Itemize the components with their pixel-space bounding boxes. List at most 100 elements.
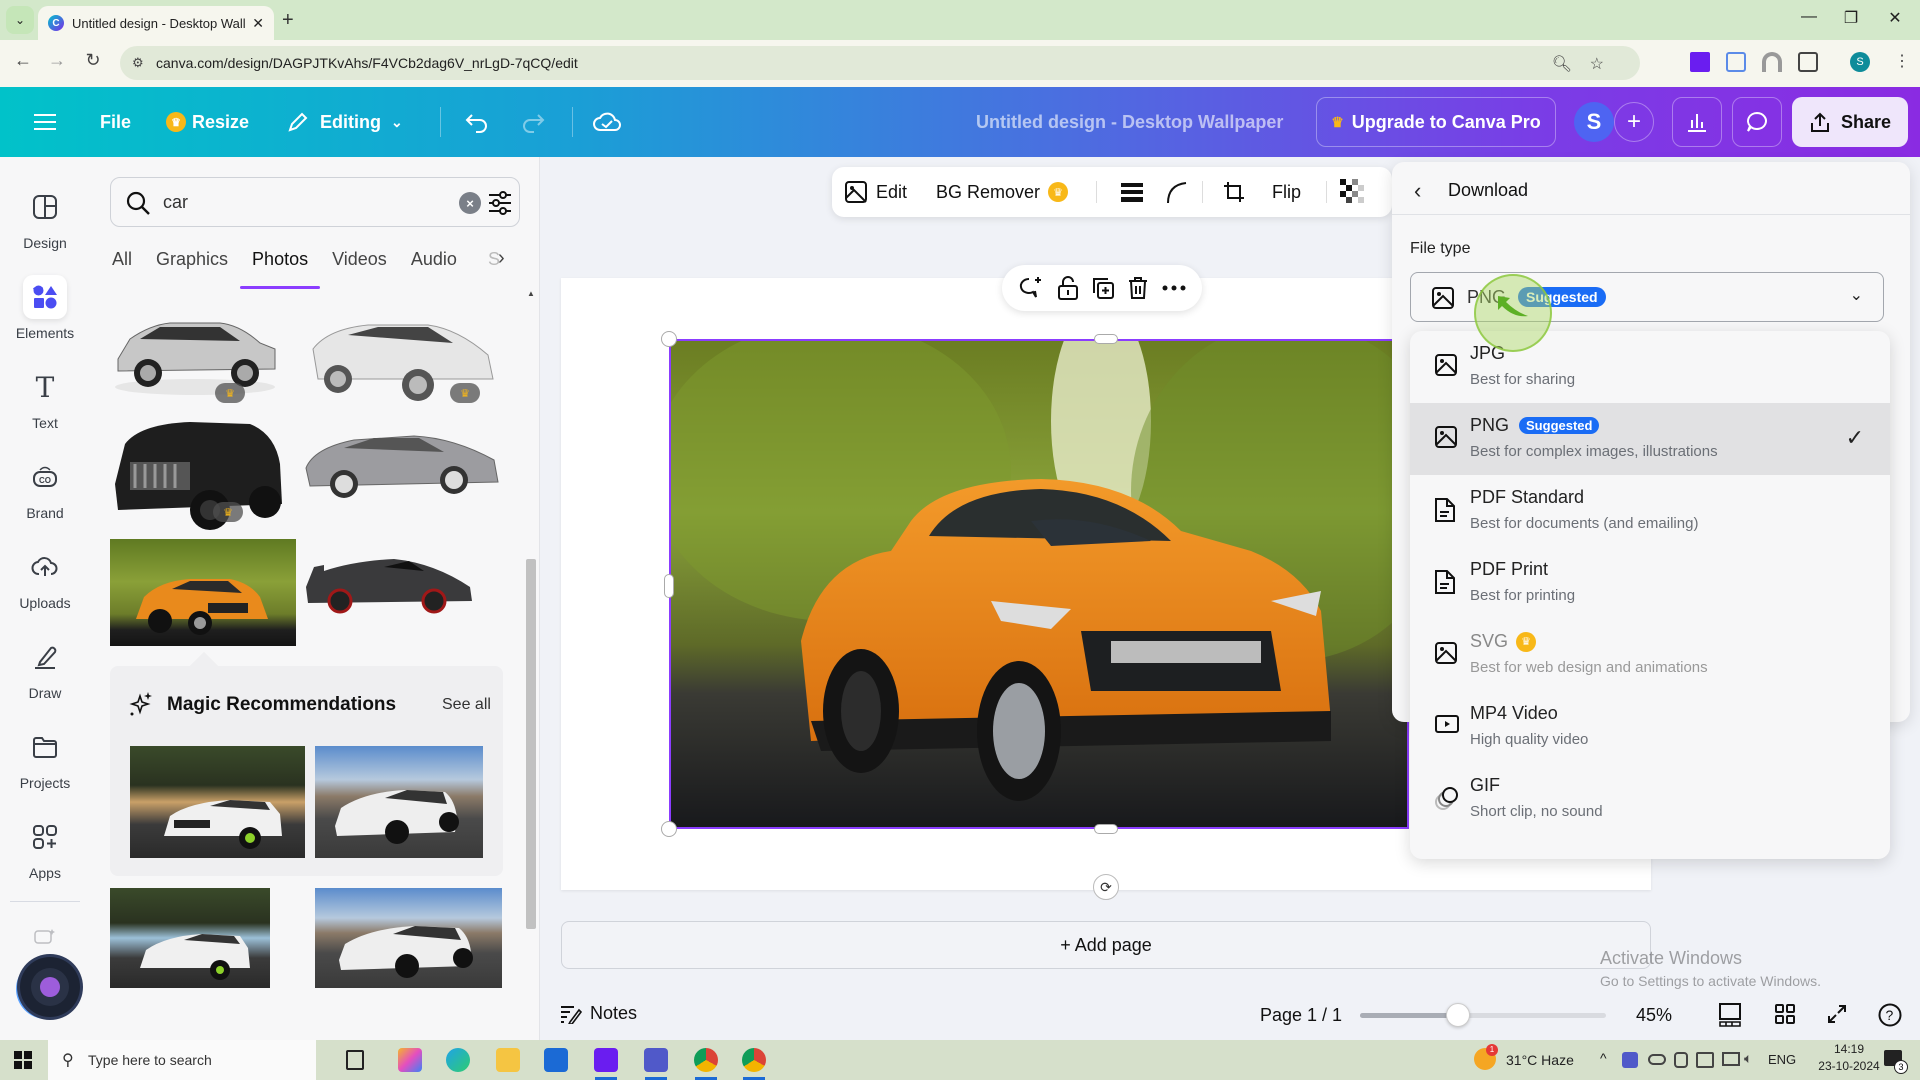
mail-icon[interactable] xyxy=(544,1048,568,1072)
minimize-icon[interactable]: — xyxy=(1794,8,1824,26)
more-options-icon[interactable] xyxy=(1162,285,1186,291)
bookmark-star-icon[interactable]: ☆ xyxy=(1590,54,1604,74)
browser-menu-icon[interactable]: ⋮ xyxy=(1892,52,1912,72)
back-chevron-icon[interactable]: ‹ xyxy=(1414,178,1421,204)
photo-result-silver-suv[interactable] xyxy=(110,299,280,399)
copilot-icon[interactable] xyxy=(398,1048,422,1072)
tab-photos[interactable]: Photos xyxy=(240,249,321,289)
close-window-icon[interactable]: ✕ xyxy=(1880,8,1910,28)
panel-scrollbar[interactable]: ▲ ▼ xyxy=(524,287,538,1050)
chrome-profile-s-icon[interactable] xyxy=(742,1048,766,1072)
volume-icon[interactable]: 🔈︎ xyxy=(1744,1050,1752,1067)
resize-handle-bottom[interactable] xyxy=(1094,824,1118,834)
camera-icon[interactable] xyxy=(1674,1052,1688,1068)
tab-graphics[interactable]: Graphics xyxy=(154,249,230,289)
network-icon[interactable] xyxy=(1722,1052,1740,1066)
see-all-link[interactable]: See all xyxy=(442,696,491,714)
tab-all[interactable]: All xyxy=(110,249,134,289)
zoom-slider-knob[interactable] xyxy=(1446,1003,1471,1027)
redo-button[interactable] xyxy=(520,87,546,157)
teams-icon[interactable] xyxy=(644,1048,668,1072)
meet-icon[interactable] xyxy=(1696,1052,1714,1068)
back-icon[interactable]: ← xyxy=(10,50,36,71)
magic-media-icon[interactable] xyxy=(34,927,56,945)
file-type-option-png[interactable]: PNG Suggested Best for complex images, i… xyxy=(1410,403,1890,475)
photo-result-white-charger[interactable] xyxy=(110,888,270,988)
tray-teams-icon[interactable] xyxy=(1622,1052,1638,1068)
url-input[interactable]: ⚙ canva.com/design/DAGPJTKvAhs/F4VCb2dag… xyxy=(120,46,1640,80)
extension-icon[interactable] xyxy=(1726,52,1746,72)
reload-icon[interactable]: ↻ xyxy=(80,50,106,71)
page-indicator[interactable]: Page 1 / 1 xyxy=(1260,1005,1342,1026)
rail-item-text[interactable]: T Text xyxy=(0,365,90,445)
file-type-option-svg[interactable]: SVG ♛ Best for web design and animations xyxy=(1410,619,1890,691)
rail-item-projects[interactable]: Projects xyxy=(0,725,90,805)
zoom-percentage[interactable]: 45% xyxy=(1636,1005,1672,1026)
upgrade-pro-button[interactable]: ♛ Upgrade to Canva Pro xyxy=(1316,97,1556,147)
file-type-option-mp4[interactable]: MP4 Video High quality video xyxy=(1410,691,1890,763)
show-hidden-icons[interactable]: ^ xyxy=(1600,1050,1607,1066)
page-view-icon[interactable] xyxy=(1718,1003,1742,1027)
tab-videos[interactable]: Videos xyxy=(330,249,389,289)
file-explorer-icon[interactable] xyxy=(496,1048,520,1072)
cloud-save-status[interactable] xyxy=(592,87,622,157)
trash-icon[interactable] xyxy=(1127,276,1149,300)
recommendation-white-tesla[interactable] xyxy=(315,746,483,858)
site-info-icon[interactable]: ⚙ xyxy=(132,55,144,71)
selected-photo-orange-mustang[interactable] xyxy=(669,339,1409,829)
file-type-option-pdf-standard[interactable]: PDF Standard Best for documents (and ema… xyxy=(1410,475,1890,547)
invite-plus-button[interactable]: + xyxy=(1614,102,1654,142)
insights-button[interactable] xyxy=(1672,97,1722,147)
add-page-button[interactable]: + Add page xyxy=(561,921,1651,969)
windows-start-icon[interactable] xyxy=(14,1051,32,1069)
browser-tab[interactable]: C Untitled design - Desktop Wallp ✕ xyxy=(38,6,274,40)
tab-audio[interactable]: Audio xyxy=(409,249,459,289)
corner-rounding-button[interactable] xyxy=(1166,181,1188,203)
crop-button[interactable] xyxy=(1222,180,1246,204)
resize-handle-top-left[interactable] xyxy=(661,331,677,347)
lock-icon[interactable] xyxy=(1057,275,1079,301)
zoom-icon[interactable]: 🔍︎ xyxy=(1552,54,1572,74)
resize-handle-left[interactable] xyxy=(664,574,674,598)
zoom-slider[interactable] xyxy=(1360,1003,1606,1027)
rail-item-apps[interactable]: Apps xyxy=(0,815,90,895)
user-avatar[interactable]: S xyxy=(1574,102,1614,142)
main-menu-button[interactable] xyxy=(34,87,56,157)
chrome-profile-a-icon[interactable] xyxy=(694,1048,718,1072)
extension-icon[interactable] xyxy=(1762,52,1782,72)
rail-item-draw[interactable]: Draw xyxy=(0,635,90,715)
photo-result-black-suv[interactable] xyxy=(110,414,290,534)
photo-result-orange-mustang[interactable] xyxy=(110,539,296,646)
rail-item-uploads[interactable]: Uploads xyxy=(0,545,90,625)
fullscreen-icon[interactable] xyxy=(1826,1003,1848,1025)
rail-item-brand[interactable]: CO Brand xyxy=(0,455,90,535)
scroll-up-icon[interactable]: ▲ xyxy=(527,289,535,298)
search-input[interactable]: car × xyxy=(110,177,520,227)
clear-search-icon[interactable]: × xyxy=(459,192,481,214)
edge-icon[interactable] xyxy=(446,1048,470,1072)
undo-button[interactable] xyxy=(464,87,490,157)
canva-assistant-button[interactable] xyxy=(20,957,80,1017)
profile-avatar[interactable]: S xyxy=(1850,52,1870,72)
language-indicator[interactable]: ENG xyxy=(1768,1052,1796,1067)
weather-text[interactable]: 31°C Haze xyxy=(1506,1052,1574,1068)
onedrive-icon[interactable] xyxy=(1648,1054,1666,1065)
scrollbar-thumb[interactable] xyxy=(526,559,536,929)
rail-item-elements[interactable]: Elements xyxy=(0,275,90,355)
photo-result-white-tesla[interactable] xyxy=(315,888,502,988)
photo-result-black-porsche[interactable] xyxy=(304,557,474,617)
extensions-puzzle-icon[interactable] xyxy=(1798,52,1818,72)
notes-button[interactable]: Notes xyxy=(560,1003,637,1024)
filter-sliders-icon[interactable] xyxy=(487,190,513,216)
tab-search-dropdown[interactable]: ⌄ xyxy=(6,6,34,34)
resize-handle-bottom-left[interactable] xyxy=(661,821,677,837)
resize-handle-top[interactable] xyxy=(1094,334,1118,344)
recommendation-white-charger[interactable] xyxy=(130,746,305,858)
flip-button[interactable]: Flip xyxy=(1272,182,1301,203)
task-view-icon[interactable] xyxy=(346,1050,364,1070)
extension-icon[interactable] xyxy=(1690,52,1710,72)
file-type-option-pdf-print[interactable]: PDF Print Best for printing xyxy=(1410,547,1890,619)
resize-button[interactable]: ♛ Resize xyxy=(166,87,249,157)
close-tab-icon[interactable]: ✕ xyxy=(252,15,264,32)
share-button[interactable]: Share xyxy=(1792,97,1908,147)
